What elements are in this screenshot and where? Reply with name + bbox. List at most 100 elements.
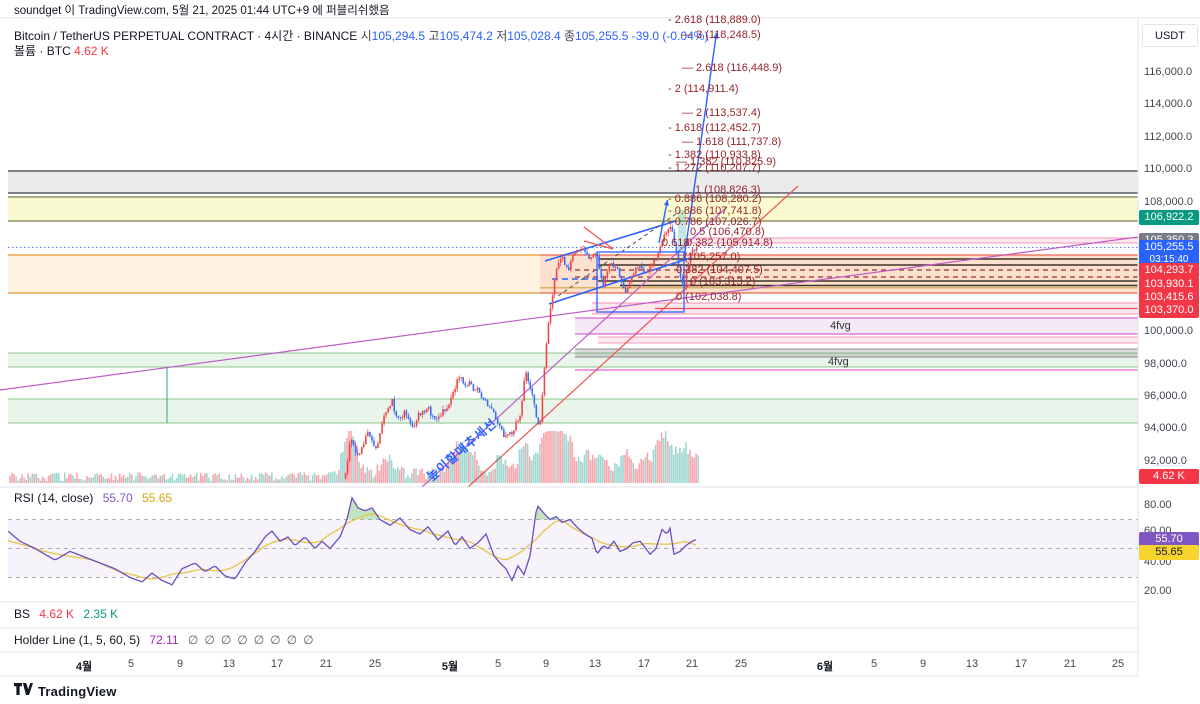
- zone-rect: [8, 197, 1138, 221]
- candle-body: [628, 282, 631, 289]
- candle-body: [466, 385, 469, 387]
- volume-bar: [271, 472, 273, 483]
- high-value: 105,474.2: [439, 29, 493, 43]
- volume-bar: [577, 457, 580, 483]
- volume-bar: [496, 455, 498, 483]
- candle-body: [401, 417, 404, 419]
- volume-bar: [528, 456, 531, 483]
- candle-body: [555, 268, 558, 280]
- volume-bar: [494, 468, 496, 483]
- volume-bar: [683, 448, 685, 483]
- volume-bar: [297, 472, 300, 483]
- volume-bar: [167, 478, 170, 483]
- volume-bar: [589, 460, 592, 483]
- candle-body: [492, 408, 495, 412]
- chart-canvas[interactable]: [0, 0, 1200, 704]
- candle-body: [551, 295, 554, 309]
- volume-bar: [307, 475, 310, 483]
- rsi-indicator-title[interactable]: RSI (14, close): [14, 491, 93, 505]
- volume-bar: [195, 472, 198, 483]
- volume-bar: [563, 433, 565, 483]
- candle-body: [346, 461, 349, 474]
- volume-bar: [340, 453, 342, 483]
- volume-bar: [368, 470, 371, 483]
- candle-body: [643, 268, 645, 273]
- volume-bar: [514, 468, 517, 483]
- volume-bar: [187, 477, 190, 483]
- volume-bar: [191, 477, 194, 483]
- volume-bar: [569, 436, 572, 483]
- candle-body: [405, 410, 408, 416]
- volume-bar: [226, 480, 229, 483]
- volume-bar: [19, 478, 21, 483]
- candle-body: [511, 432, 513, 435]
- candle-body: [594, 253, 596, 256]
- volume-bar: [315, 475, 318, 483]
- candle-body: [675, 242, 678, 253]
- volume-bar: [396, 466, 399, 483]
- candle-body: [427, 406, 430, 409]
- currency-toggle-button[interactable]: USDT: [1142, 24, 1198, 47]
- volume-bar: [100, 474, 103, 483]
- volume-bar: [685, 442, 687, 483]
- volume-bar: [252, 480, 255, 483]
- volume-bar: [181, 474, 184, 483]
- volume-bar: [45, 480, 48, 483]
- volume-bar: [155, 474, 157, 483]
- volume-bar: [642, 460, 645, 483]
- volume-bar: [520, 448, 523, 483]
- candle-body: [563, 256, 566, 265]
- bs-indicator-title[interactable]: BS: [14, 607, 30, 621]
- holder-empty-symbol: ∅: [286, 633, 298, 647]
- arrow-line[interactable]: [683, 32, 718, 260]
- candle-body: [417, 413, 420, 421]
- volume-bar: [61, 480, 64, 483]
- volume-bar: [508, 467, 511, 483]
- candle-body: [661, 241, 663, 247]
- volume-bar: [380, 464, 383, 483]
- rsi-pane-plot: [7, 496, 1138, 586]
- fvg-zone-label-2[interactable]: 4fvg: [828, 356, 849, 368]
- zone-rect: [8, 399, 1138, 423]
- candle-body: [697, 245, 700, 247]
- arrow-drawings[interactable]: [658, 32, 719, 260]
- volume-bar: [697, 455, 699, 483]
- candle-body: [649, 266, 651, 272]
- holder-indicator-title[interactable]: Holder Line (1, 5, 60, 5): [14, 633, 140, 647]
- candle-body: [588, 254, 590, 260]
- volume-bar: [206, 473, 208, 483]
- candle-body: [584, 248, 586, 253]
- candle-body: [529, 381, 532, 389]
- volume-bar: [49, 474, 52, 483]
- volume-bar: [394, 469, 397, 483]
- candle-body: [454, 388, 456, 393]
- volume-bar: [248, 479, 251, 483]
- symbol-title[interactable]: Bitcoin / TetherUS PERPETUAL CONTRACT · …: [14, 29, 357, 43]
- fvg-zone-label-1[interactable]: 4fvg: [830, 320, 851, 332]
- tradingview-attribution[interactable]: TradingView: [14, 682, 117, 700]
- candle-body: [365, 435, 367, 445]
- volume-bar: [163, 474, 166, 483]
- low-label: 저: [496, 29, 508, 43]
- holder-empty-symbol: ∅: [237, 633, 248, 647]
- volume-bar: [311, 475, 314, 483]
- candle-body: [549, 308, 552, 323]
- candle-body: [600, 268, 603, 278]
- candle-body: [673, 231, 676, 243]
- holder-value: 72.11: [149, 633, 179, 647]
- trend-line[interactable]: [583, 226, 614, 250]
- volume-bar: [193, 475, 196, 483]
- candle-body: [580, 249, 582, 251]
- volume-bar: [618, 466, 620, 483]
- volume-bar: [597, 454, 600, 483]
- volume-bar: [640, 458, 643, 483]
- volume-indicator-title[interactable]: 볼륨 · BTC: [14, 44, 71, 58]
- highlight-stripe: [678, 210, 686, 252]
- candle-body: [513, 430, 515, 435]
- candle-body: [537, 417, 540, 425]
- volume-bar: [277, 479, 279, 483]
- volume-bar: [161, 475, 164, 483]
- volume-bar: [323, 475, 326, 483]
- candle-body: [383, 415, 385, 424]
- candle-body: [488, 405, 491, 407]
